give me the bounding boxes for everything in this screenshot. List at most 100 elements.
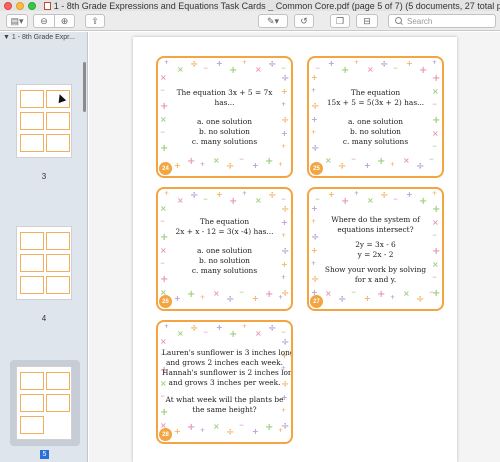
math-symbol-icon: − <box>203 196 209 203</box>
card-line: a. one solution <box>197 116 252 126</box>
close-window-button[interactable] <box>4 1 12 10</box>
math-symbol-icon: − <box>239 156 245 163</box>
thumbnail-number-4: 4 <box>41 314 47 323</box>
math-symbol-icon: + <box>216 59 223 68</box>
math-symbol-icon: + <box>377 289 386 300</box>
math-symbol-icon: × <box>160 115 167 124</box>
math-symbol-icon: + <box>328 190 335 199</box>
rotate-button[interactable]: ↺ <box>294 14 314 28</box>
sidebar-toggle-button[interactable]: ▤▾ <box>6 14 28 28</box>
card-line: Hannah's sunflower is 2 inches long <box>162 367 293 377</box>
math-symbol-icon: + <box>311 260 317 267</box>
card-text: The equation 3x + 5 = 7x has... a. one s… <box>168 88 281 147</box>
math-symbol-icon: + <box>174 161 181 170</box>
math-symbol-icon: + <box>229 65 238 76</box>
minimize-window-button[interactable] <box>16 1 24 10</box>
math-symbol-icon: + <box>281 87 288 96</box>
math-symbol-icon: + <box>265 422 274 433</box>
math-symbol-icon: + <box>311 204 318 213</box>
math-symbol-icon: + <box>311 87 317 94</box>
math-symbol-icon: ÷ <box>338 161 347 172</box>
search-field[interactable]: Search <box>388 14 496 28</box>
card-text: The equation 2x + x - 12 = 3(x -4) has..… <box>168 217 281 276</box>
math-symbol-icon: − <box>432 143 438 150</box>
math-symbol-icon: ÷ <box>190 190 199 201</box>
math-symbol-icon: + <box>200 427 206 434</box>
toolbox-icon: ⊟ <box>363 15 371 26</box>
thumbnail-card <box>20 394 44 412</box>
rotate-icon: ↺ <box>300 15 308 26</box>
math-symbol-icon: + <box>432 115 441 126</box>
card-line: a. one solution <box>348 116 403 126</box>
math-symbol-icon: ÷ <box>380 190 389 201</box>
math-symbol-icon: × <box>325 289 332 298</box>
math-symbol-icon: + <box>364 161 371 170</box>
math-symbol-icon: + <box>229 329 238 340</box>
math-symbol-icon: + <box>160 274 169 285</box>
search-icon <box>395 17 403 25</box>
math-symbol-icon: × <box>213 422 220 431</box>
card-line: for x and y. <box>354 274 397 284</box>
math-symbol-icon: × <box>213 156 220 165</box>
math-symbol-icon: + <box>419 196 428 207</box>
card-number-badge: 28 <box>159 428 172 441</box>
math-symbol-icon: × <box>255 65 262 74</box>
page-thumbnail-4[interactable] <box>16 226 72 300</box>
window-controls <box>4 1 36 10</box>
card-line: Where do the system of <box>331 215 420 224</box>
card-number-badge: 26 <box>159 295 172 308</box>
share-button[interactable]: ⇪ <box>85 14 105 28</box>
zoom-out-button[interactable]: ⊖ <box>34 15 54 27</box>
math-symbol-icon: ÷ <box>281 288 290 299</box>
math-symbol-icon: × <box>403 156 410 165</box>
card-line: b. no solution <box>199 126 250 136</box>
thumbnail-card <box>46 112 70 130</box>
math-symbol-icon: + <box>164 323 170 330</box>
math-symbol-icon: − <box>393 196 399 203</box>
copy-icon: ❐ <box>335 15 345 26</box>
math-symbol-icon: + <box>432 246 441 257</box>
math-symbol-icon: × <box>432 260 439 269</box>
math-symbol-icon: × <box>160 246 167 255</box>
pdf-page: + × ÷ − + + + × ÷ − + + + × ÷ − + + + × ÷ − + + + × ÷ − + + + The equa… <box>133 37 457 462</box>
math-symbol-icon: ÷ <box>281 73 290 84</box>
zoom-in-button[interactable]: ⊕ <box>54 15 74 27</box>
math-symbol-icon: + <box>216 190 223 199</box>
math-symbol-icon: − <box>203 329 209 336</box>
thumbnail-card <box>20 134 44 152</box>
math-symbol-icon: + <box>341 65 350 76</box>
zoom-window-button[interactable] <box>28 1 36 10</box>
markup-pen-button[interactable]: ✎▾ <box>258 14 288 28</box>
card-text: Where do the system of equations interse… <box>319 215 432 285</box>
math-symbol-icon: + <box>281 129 288 138</box>
document-view[interactable]: + × ÷ − + + + × ÷ − + + + × ÷ − + + + × ÷ − + + + × ÷ − + + + The equa… <box>89 32 500 462</box>
card-line: has... <box>214 97 235 107</box>
math-symbol-icon: + <box>406 190 413 199</box>
math-symbol-icon: + <box>432 288 441 299</box>
math-symbol-icon: + <box>242 323 248 330</box>
math-symbol-icon: + <box>377 156 386 167</box>
math-symbol-icon: ÷ <box>190 59 199 70</box>
math-symbol-icon: ÷ <box>226 294 235 305</box>
page-thumbnail-5[interactable] <box>16 366 72 440</box>
math-symbol-icon: × <box>367 196 374 205</box>
math-symbol-icon: − <box>160 218 166 225</box>
math-symbol-icon: ÷ <box>281 246 290 257</box>
math-symbol-icon: + <box>311 246 318 255</box>
card-line: The equation <box>199 217 250 226</box>
card-line: c. many solutions <box>191 265 258 275</box>
math-symbol-icon: ÷ <box>226 161 235 172</box>
toolbox-button[interactable]: ⊟ <box>356 14 378 28</box>
math-symbol-icon: × <box>160 204 167 213</box>
card-line: equations intersect? <box>337 224 414 234</box>
math-symbol-icon: + <box>311 73 318 82</box>
sidebar-scrollbar[interactable] <box>83 62 86 112</box>
math-symbol-icon: ÷ <box>416 294 425 305</box>
math-symbol-icon: ÷ <box>281 115 290 126</box>
thumbnail-number-5: 5 <box>40 450 49 459</box>
math-symbol-icon: + <box>216 323 223 332</box>
math-symbol-icon: + <box>328 59 335 68</box>
math-symbol-icon: + <box>281 218 288 227</box>
copy-button[interactable]: ❐ <box>330 14 350 28</box>
sidebar-document-header[interactable]: ▼ 1 - 8th Grade Expr... <box>3 34 75 41</box>
